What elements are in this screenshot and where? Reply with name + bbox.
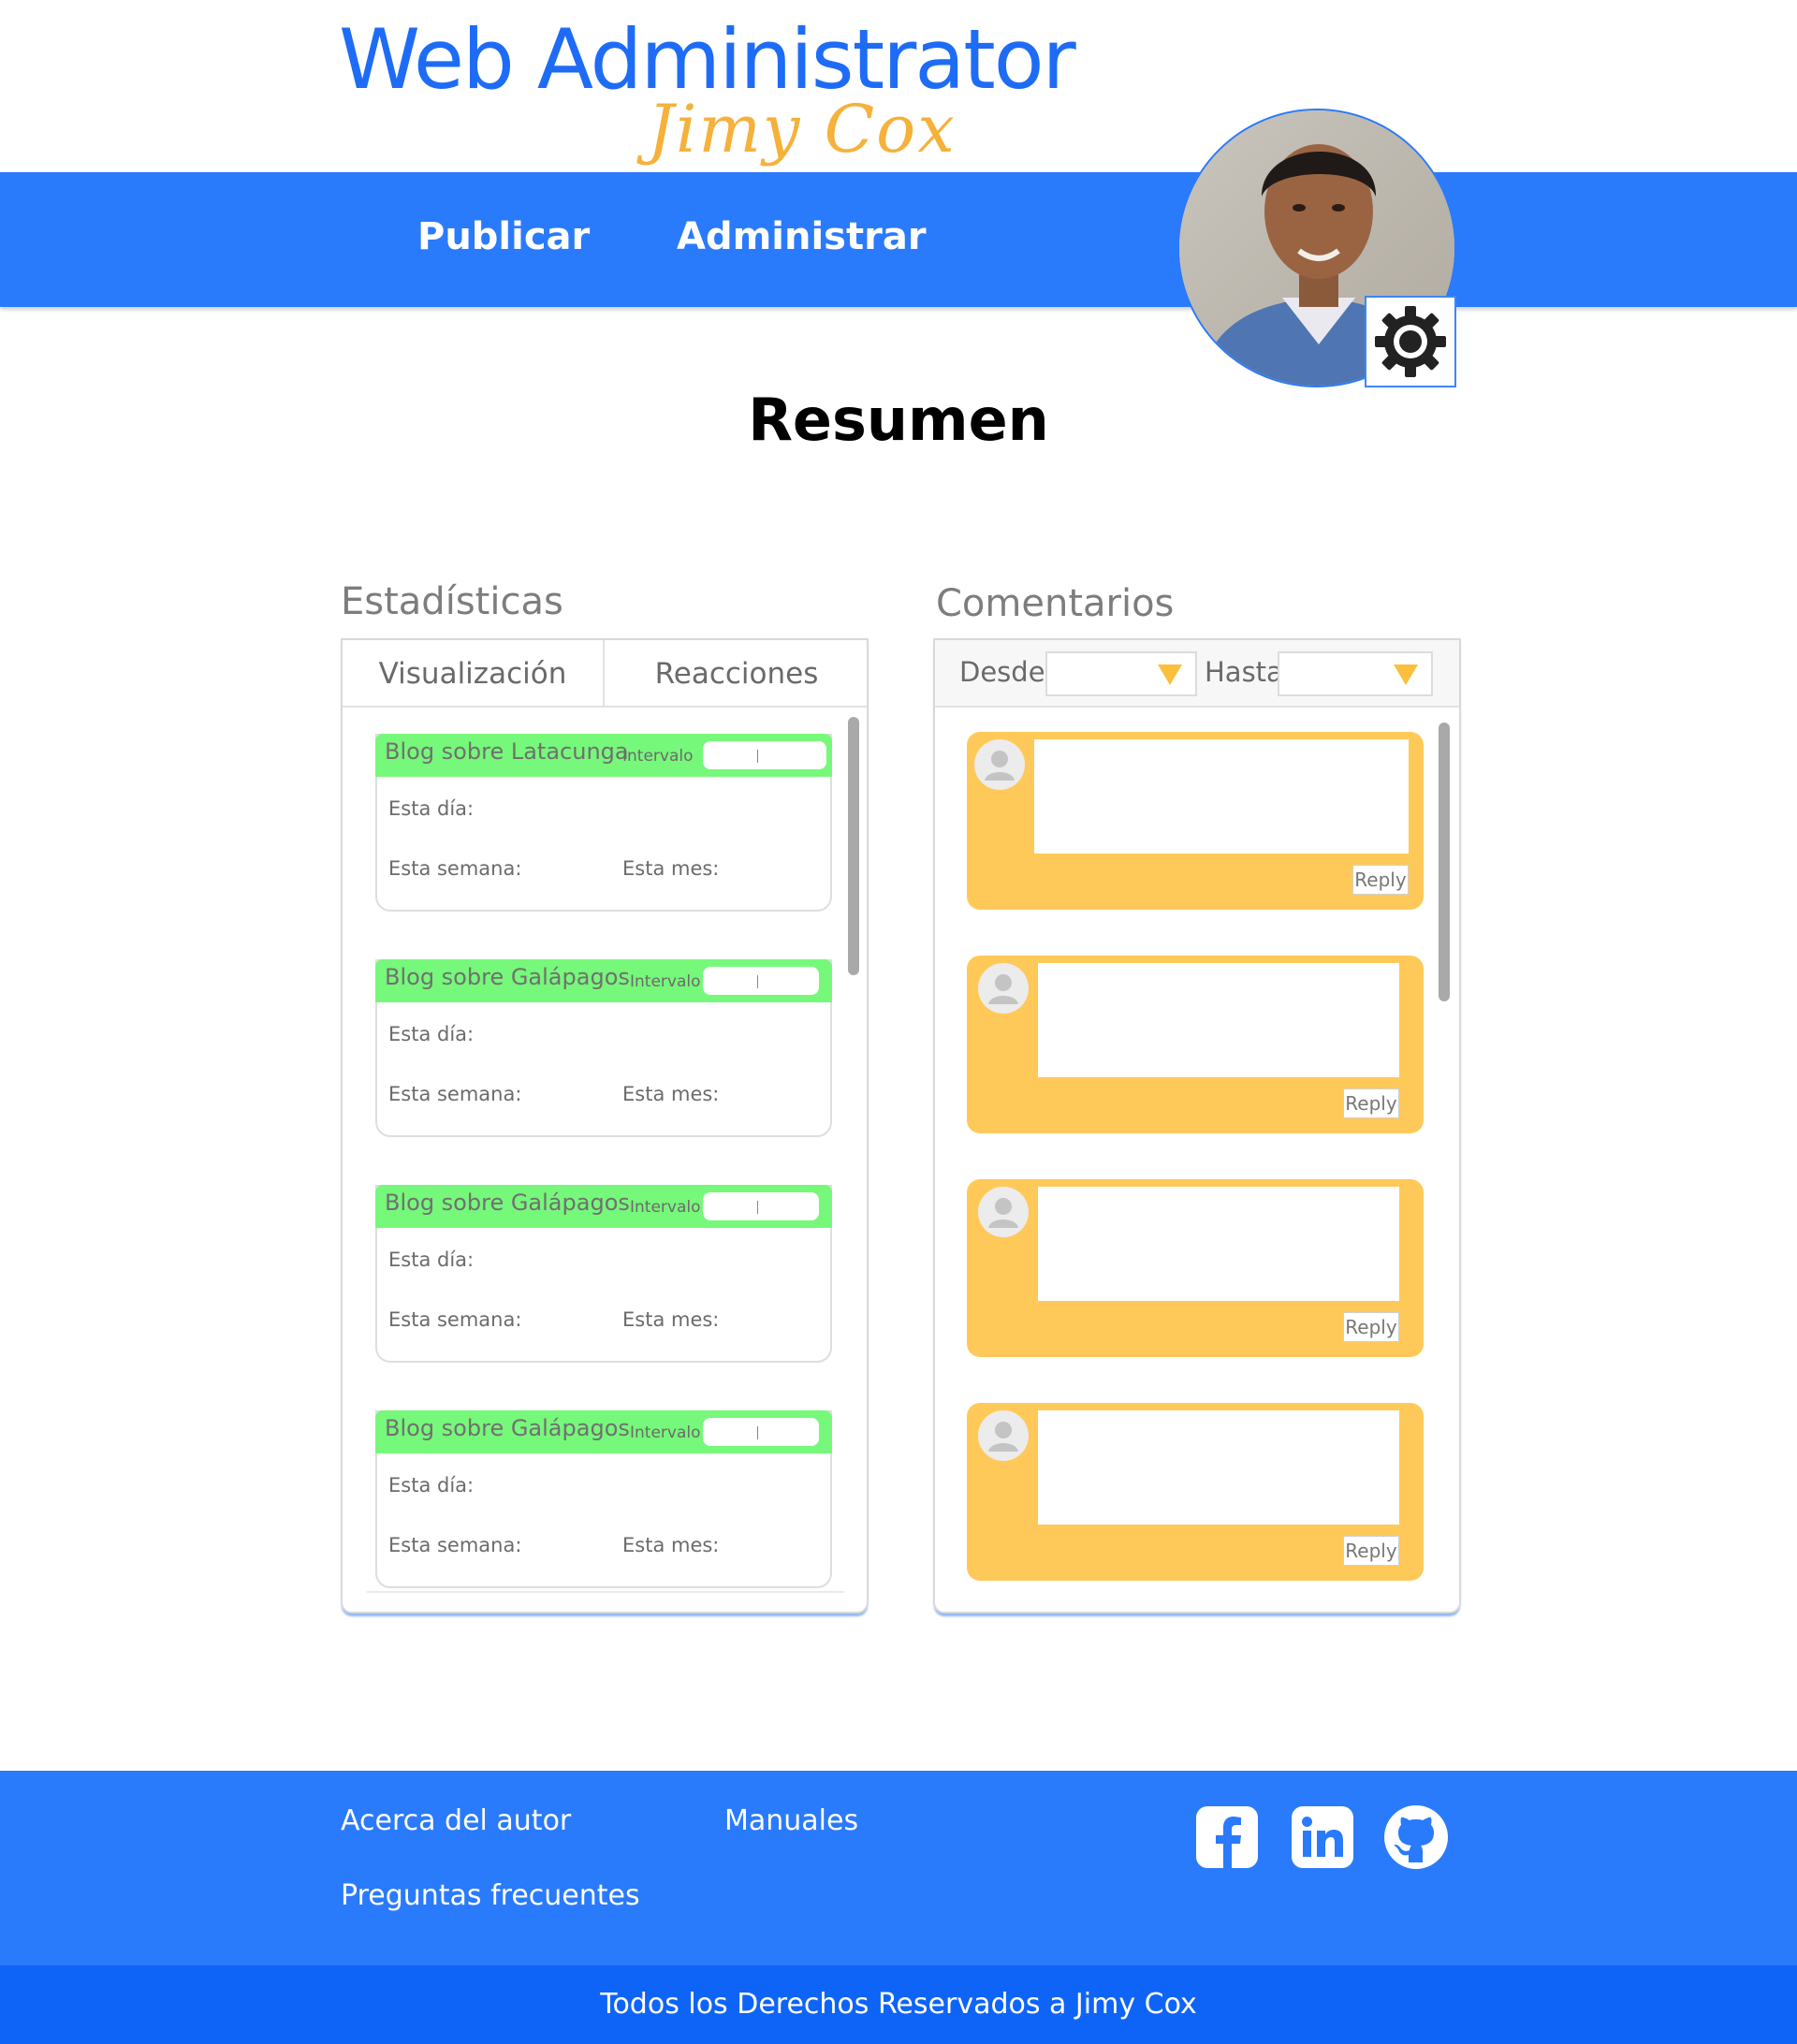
stat-card-title: Blog sobre Latacunga xyxy=(385,738,629,765)
stats-panel: Visualización Reacciones Blog sobre Lata… xyxy=(341,638,869,1613)
gear-icon xyxy=(1375,306,1446,377)
comments-scrollbar[interactable] xyxy=(1439,723,1450,1001)
stat-card-header: Blog sobre Latacunga Intervalo xyxy=(375,734,832,777)
tab-reacciones[interactable]: Reacciones xyxy=(605,640,867,708)
reply-button[interactable]: Reply xyxy=(1343,1536,1399,1566)
date-filter: Desde Hasta xyxy=(935,640,1459,708)
interval-label: Intervalo xyxy=(622,747,694,766)
stat-card: Blog sobre Latacunga Intervalo Esta día:… xyxy=(375,734,832,912)
comment-text xyxy=(1038,1410,1399,1525)
chevron-down-icon xyxy=(1394,664,1418,685)
stat-month-label: Esta mes: xyxy=(622,1534,720,1556)
stat-week-label: Esta semana: xyxy=(388,1083,522,1105)
reply-button[interactable]: Reply xyxy=(1343,1312,1399,1342)
stat-month-label: Esta mes: xyxy=(622,857,720,880)
stat-week-label: Esta semana: xyxy=(388,857,522,880)
footer-link-faq[interactable]: Preguntas frecuentes xyxy=(341,1879,640,1912)
list-divider xyxy=(367,1591,844,1593)
tab-visualizacion[interactable]: Visualización xyxy=(343,640,605,708)
stat-card: Blog sobre Galápagos Intervalo Esta día:… xyxy=(375,959,832,1137)
to-date-select[interactable] xyxy=(1278,651,1433,696)
user-avatar-icon xyxy=(978,963,1029,1014)
interval-input[interactable] xyxy=(703,1192,819,1220)
comments-panel: Desde Hasta Reply Reply Reply Reply xyxy=(933,638,1461,1613)
stat-card-title: Blog sobre Galápagos xyxy=(385,1415,630,1441)
comment-item: Reply xyxy=(967,1179,1424,1357)
stat-week-label: Esta semana: xyxy=(388,1534,522,1556)
user-avatar-icon xyxy=(978,1187,1029,1237)
logo-subtitle: Jimy Cox xyxy=(648,91,957,168)
footer-link-manuals[interactable]: Manuales xyxy=(724,1804,858,1837)
stat-card-header: Blog sobre Galápagos Intervalo xyxy=(375,1185,832,1228)
stat-card-header: Blog sobre Galápagos Intervalo xyxy=(375,1410,832,1453)
comment-text xyxy=(1034,739,1409,854)
stat-day-label: Esta día: xyxy=(388,1248,475,1271)
interval-label: Intervalo xyxy=(630,1198,701,1217)
page-title: Resumen xyxy=(748,386,1049,454)
comments-heading: Comentarios xyxy=(936,582,1175,625)
stat-card-title: Blog sobre Galápagos xyxy=(385,1190,630,1216)
stat-week-label: Esta semana: xyxy=(388,1308,522,1331)
stat-month-label: Esta mes: xyxy=(622,1308,720,1331)
site-logo[interactable]: Web Administrator Jimy Cox xyxy=(339,13,1076,172)
facebook-icon[interactable] xyxy=(1194,1804,1260,1870)
stat-month-label: Esta mes: xyxy=(622,1083,720,1105)
from-date-select[interactable] xyxy=(1045,651,1197,696)
stat-card: Blog sobre Galápagos Intervalo Esta día:… xyxy=(375,1410,832,1588)
linkedin-icon[interactable] xyxy=(1290,1804,1355,1870)
stat-card-title: Blog sobre Galápagos xyxy=(385,964,630,990)
chevron-down-icon xyxy=(1158,664,1182,685)
footer-link-about[interactable]: Acerca del autor xyxy=(341,1804,571,1837)
stat-day-label: Esta día: xyxy=(388,1023,475,1045)
comment-item: Reply xyxy=(967,1403,1424,1581)
reply-button[interactable]: Reply xyxy=(1343,1088,1399,1118)
nav-publicar[interactable]: Publicar xyxy=(417,215,590,258)
comment-item: Reply xyxy=(967,956,1424,1133)
interval-input[interactable] xyxy=(703,741,826,769)
site-footer: Acerca del autor Manuales Preguntas frec… xyxy=(0,1771,1797,1965)
interval-label: Intervalo xyxy=(630,972,701,991)
settings-button[interactable] xyxy=(1365,296,1456,387)
reply-button[interactable]: Reply xyxy=(1352,865,1409,895)
stat-card-header: Blog sobre Galápagos Intervalo xyxy=(375,959,832,1002)
user-avatar-icon xyxy=(974,739,1025,790)
from-label: Desde xyxy=(959,656,1045,688)
top-navbar: Publicar Administrar xyxy=(0,172,1797,307)
nav-administrar[interactable]: Administrar xyxy=(677,215,927,258)
stats-scrollbar[interactable] xyxy=(848,717,859,975)
stats-heading: Estadísticas xyxy=(341,580,563,623)
stat-day-label: Esta día: xyxy=(388,797,475,820)
comment-item: Reply xyxy=(967,732,1424,910)
comment-text xyxy=(1038,963,1399,1077)
interval-input[interactable] xyxy=(703,1418,819,1446)
to-label: Hasta xyxy=(1205,656,1283,688)
stat-card: Blog sobre Galápagos Intervalo Esta día:… xyxy=(375,1185,832,1363)
interval-label: Intervalo xyxy=(630,1424,701,1442)
interval-input[interactable] xyxy=(703,967,819,995)
comment-text xyxy=(1038,1187,1399,1301)
user-avatar-icon xyxy=(978,1410,1029,1461)
copyright: Todos los Derechos Reservados a Jimy Cox xyxy=(0,1965,1797,2044)
stats-tabs: Visualización Reacciones xyxy=(343,640,867,708)
github-icon[interactable] xyxy=(1383,1804,1449,1870)
stat-day-label: Esta día: xyxy=(388,1474,475,1496)
